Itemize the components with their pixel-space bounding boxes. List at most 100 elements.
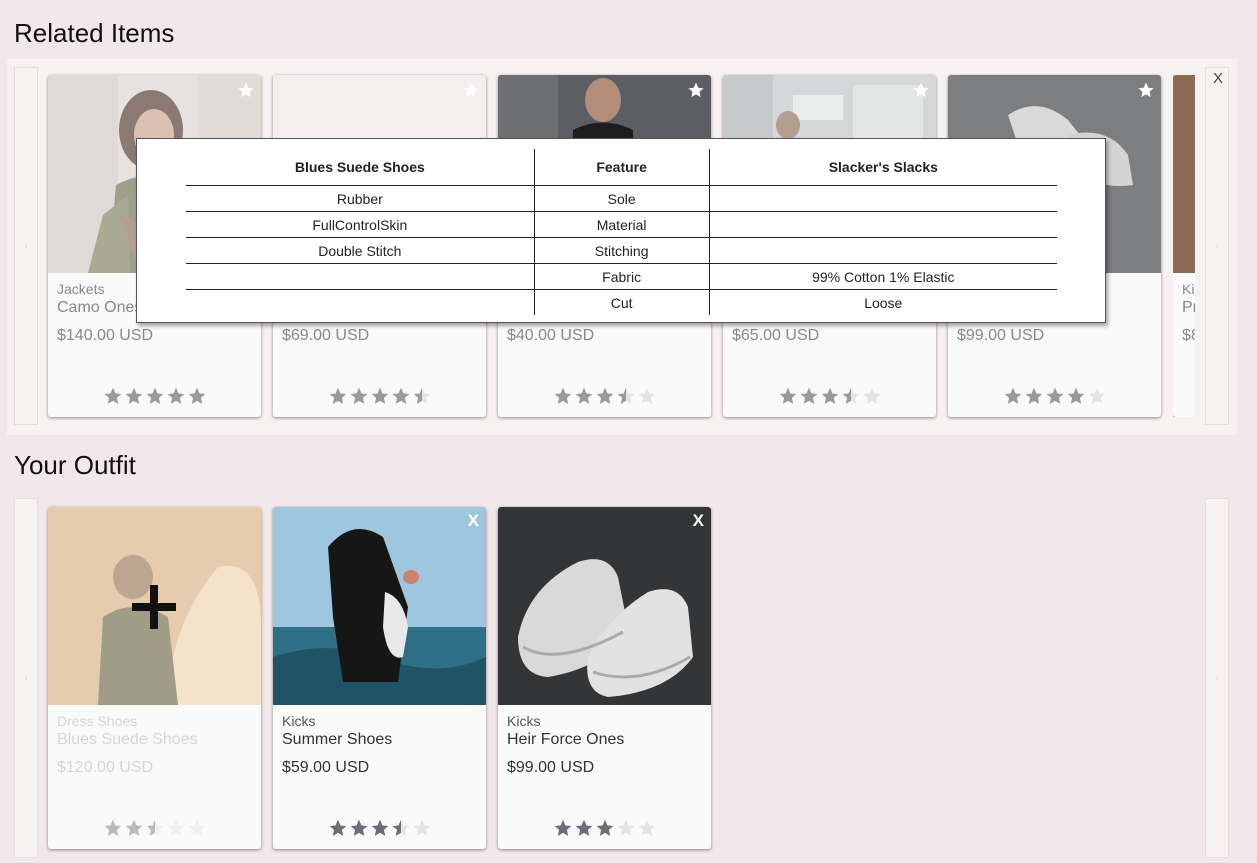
compared-value <box>709 211 1057 238</box>
feature-name: Material <box>533 211 710 238</box>
add-to-outfit-plus-icon[interactable] <box>130 585 178 629</box>
product-name: Pr <box>1182 299 1195 316</box>
comparison-row: Rubber Sole <box>186 185 1057 212</box>
outfit-next-arrow[interactable]: › <box>1205 498 1229 858</box>
star-icon <box>188 387 205 404</box>
product-name: Summer Shoes <box>282 731 393 748</box>
current-value: FullControlSkin <box>186 211 535 238</box>
feature-header: Feature <box>533 149 710 186</box>
product-category: Dress Shoes <box>57 713 138 729</box>
current-value <box>186 263 535 290</box>
star-rating <box>498 818 711 838</box>
add-to-outfit-card[interactable]: Dress Shoes Blues Suede Shoes $120.00 US… <box>48 507 261 849</box>
favorite-star-icon[interactable] <box>462 81 480 99</box>
product-price: $120.00 USD <box>57 759 154 776</box>
outfit-card[interactable]: X Kicks Heir Force Ones $99.00 USD <box>498 507 711 849</box>
outfit-prev-arrow[interactable]: ‹ <box>14 498 38 858</box>
current-product-header: Blues Suede Shoes <box>186 149 535 186</box>
compared-value: 99% Cotton 1% Elastic <box>709 263 1057 290</box>
favorite-star-icon[interactable] <box>912 81 930 99</box>
star-icon <box>863 387 880 404</box>
star-icon <box>125 387 142 404</box>
star-icon <box>554 819 571 836</box>
star-icon <box>1088 387 1105 404</box>
product-name: Heir Force Ones <box>507 731 625 748</box>
product-image <box>273 507 486 705</box>
comparison-row: FullControlSkin Material <box>186 211 1057 238</box>
star-icon <box>413 819 430 836</box>
star-rating <box>273 386 486 406</box>
favorite-star-icon[interactable] <box>687 81 705 99</box>
star-icon <box>125 819 142 836</box>
star-icon <box>329 819 346 836</box>
star-rating <box>48 818 261 838</box>
feature-name: Stitching <box>533 237 710 264</box>
star-icon <box>167 819 184 836</box>
star-icon <box>146 387 163 404</box>
star-icon <box>104 819 121 836</box>
comparison-row: Cut Loose <box>186 289 1057 316</box>
product-price: $8 <box>1182 327 1195 344</box>
related-prev-arrow[interactable]: ‹ <box>14 67 38 425</box>
star-icon <box>617 819 634 836</box>
star-icon <box>413 387 430 404</box>
star-icon <box>104 387 121 404</box>
star-icon <box>329 387 346 404</box>
star-icon <box>371 387 388 404</box>
star-icon <box>596 819 613 836</box>
favorite-star-icon[interactable] <box>1137 81 1155 99</box>
product-price: $69.00 USD <box>282 327 370 344</box>
star-icon <box>596 387 613 404</box>
comparison-modal: Blues Suede Shoes Feature Slacker's Slac… <box>136 138 1106 323</box>
current-value <box>186 290 534 316</box>
product-price: $59.00 USD <box>282 759 370 776</box>
comparison-row: Double Stitch Stitching <box>186 237 1057 264</box>
outfit-card[interactable]: X Kicks Summer Shoes $59.00 USD <box>273 507 486 849</box>
feature-name: Fabric <box>533 263 710 290</box>
product-image <box>498 507 711 705</box>
product-price: $99.00 USD <box>957 327 1045 344</box>
star-icon <box>1004 387 1021 404</box>
star-icon <box>350 819 367 836</box>
remove-from-outfit-button[interactable]: X <box>693 511 704 531</box>
related-next-arrow[interactable]: › <box>1205 67 1229 425</box>
star-icon <box>1046 387 1063 404</box>
related-items-title: Related Items <box>14 18 175 48</box>
product-image <box>1173 75 1195 273</box>
star-icon <box>1025 387 1042 404</box>
star-rating <box>948 386 1161 406</box>
star-icon <box>800 387 817 404</box>
star-icon <box>638 819 655 836</box>
star-icon <box>617 387 634 404</box>
star-rating <box>723 386 936 406</box>
product-category: Jackets <box>57 281 105 297</box>
star-icon <box>1067 387 1084 404</box>
star-icon <box>842 387 859 404</box>
star-rating <box>498 386 711 406</box>
product-category: Ki <box>1182 281 1195 297</box>
star-icon <box>371 819 388 836</box>
product-price: $40.00 USD <box>507 327 595 344</box>
product-category: Kicks <box>507 713 541 729</box>
product-name: Blues Suede Shoes <box>57 731 198 748</box>
product-price: $65.00 USD <box>732 327 820 344</box>
star-icon <box>575 387 592 404</box>
star-rating <box>48 386 261 406</box>
close-comparison-button[interactable]: X <box>1213 70 1223 87</box>
product-category: Kicks <box>282 713 316 729</box>
feature-name: Cut <box>533 289 710 315</box>
compared-value <box>709 185 1057 212</box>
compared-product-header: Slacker's Slacks <box>709 149 1057 186</box>
star-icon <box>821 387 838 404</box>
star-icon <box>188 819 205 836</box>
comparison-table: Blues Suede Shoes Feature Slacker's Slac… <box>186 149 1057 315</box>
star-icon <box>638 387 655 404</box>
related-card-partial-clip: Ki Pr $8 <box>1173 75 1195 417</box>
your-outfit-title: Your Outfit <box>14 450 136 480</box>
favorite-star-icon[interactable] <box>237 81 255 99</box>
star-icon <box>575 819 592 836</box>
compared-value <box>709 237 1057 264</box>
compared-value: Loose <box>864 294 903 311</box>
remove-from-outfit-button[interactable]: X <box>468 511 479 531</box>
related-card[interactable]: Ki Pr $8 <box>1173 75 1195 417</box>
